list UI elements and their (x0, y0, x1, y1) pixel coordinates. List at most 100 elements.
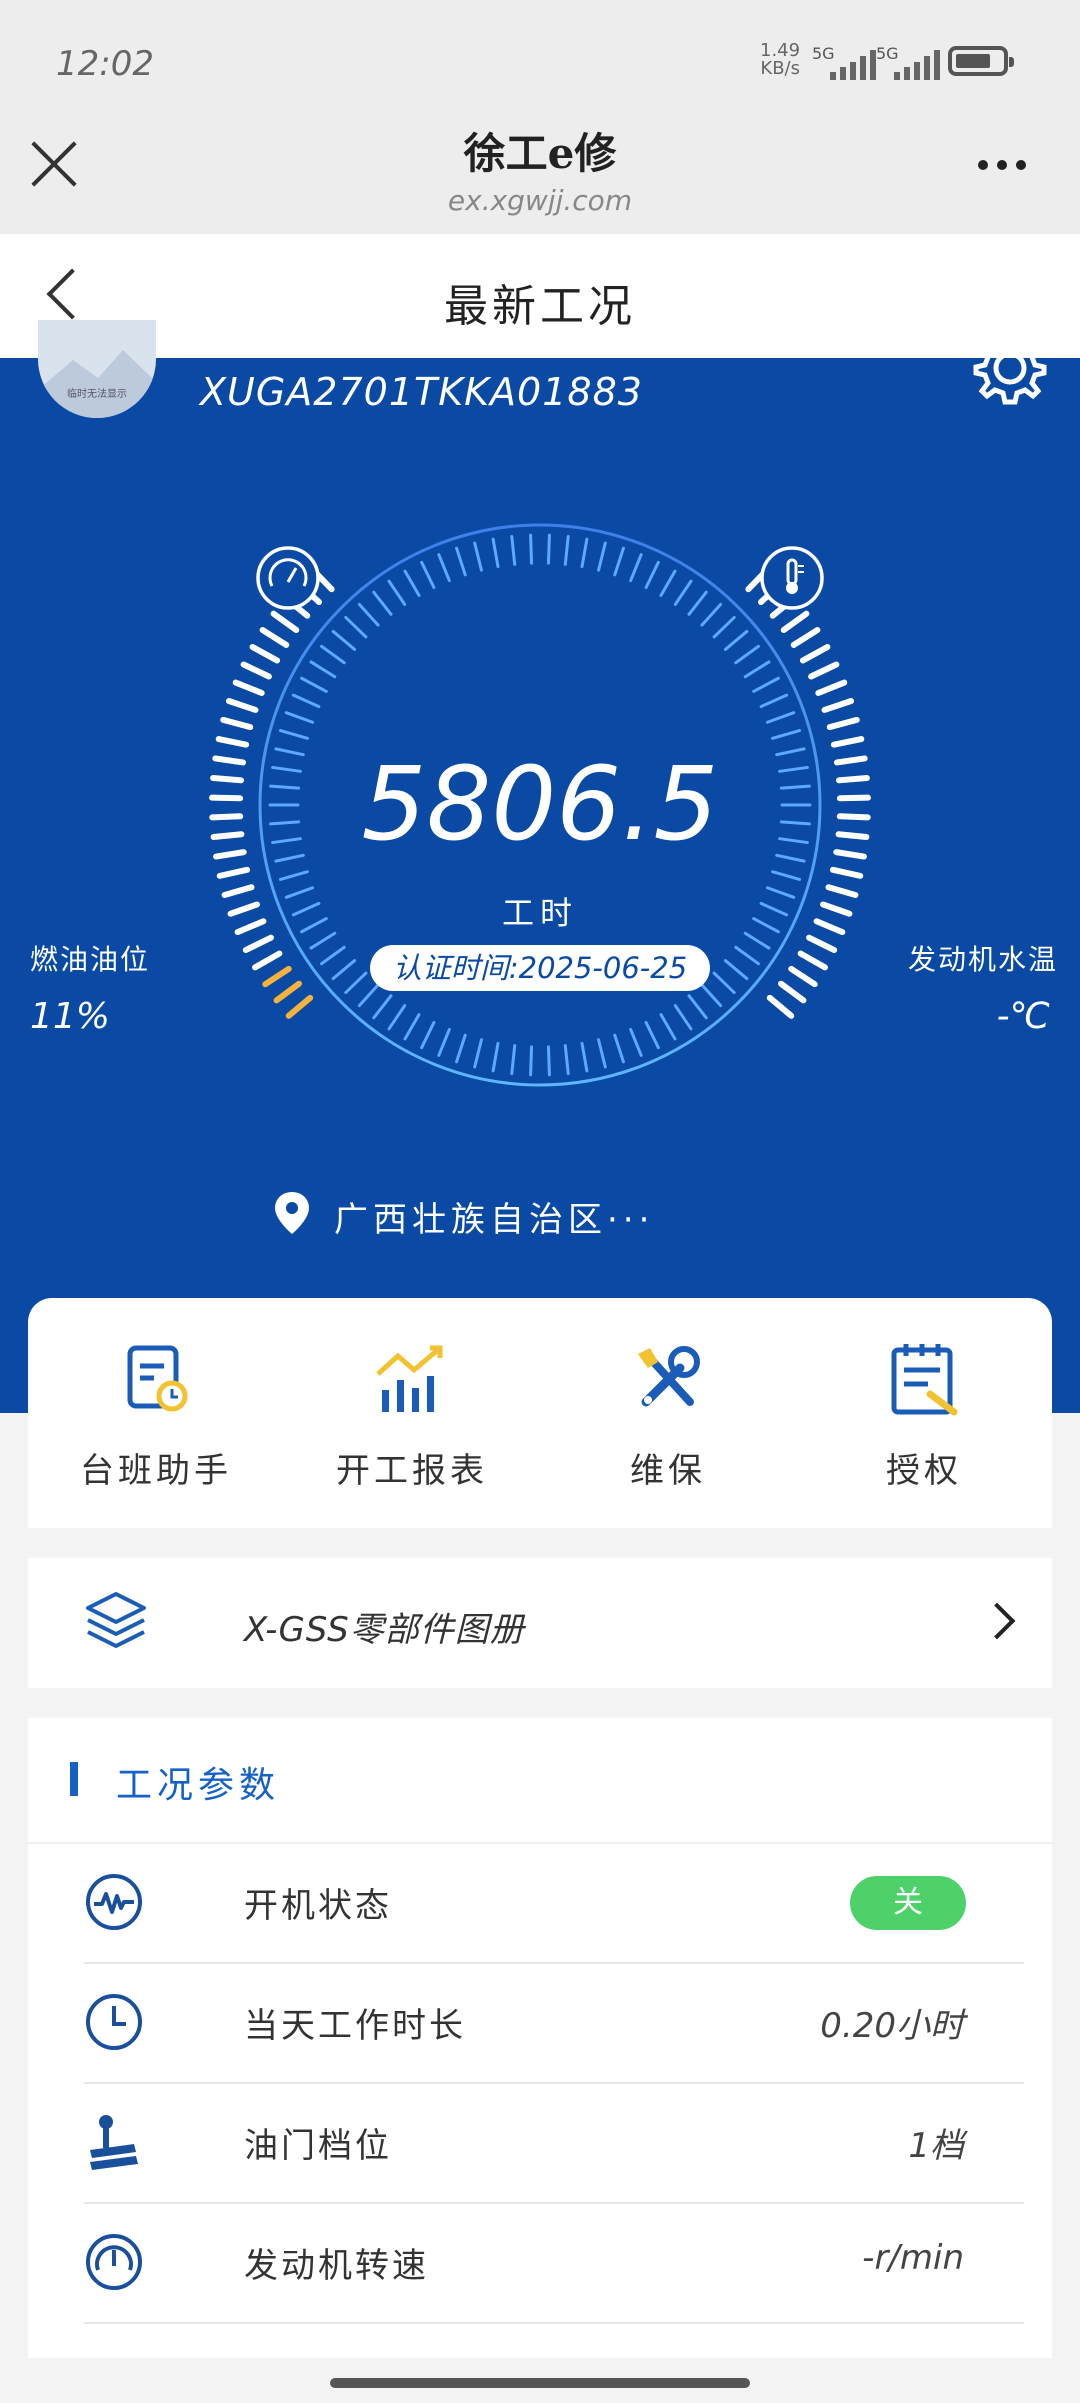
power-status-toggle[interactable]: 关 (850, 1876, 966, 1930)
gauge-tick (420, 560, 436, 589)
gauge-tick (597, 541, 607, 572)
section-title: 工况参数 (116, 1765, 281, 1806)
quick-action-label: 授权 (886, 1451, 962, 1491)
gauge-tick (712, 971, 736, 995)
quick-action-shift-assistant[interactable]: 台班助手 (28, 1298, 284, 1528)
gauge-tick (734, 945, 760, 966)
location-pin-icon (275, 1192, 309, 1234)
fuel-tick (240, 661, 272, 680)
gauge-tick (752, 676, 780, 693)
page-title: 最新工况 (444, 281, 636, 332)
shift-assistant-icon (127, 1345, 188, 1412)
gauge-tick (331, 959, 357, 981)
certification-time-badge: 认证时间:2025-06-25 (370, 945, 710, 991)
temp-tick (788, 965, 818, 988)
param-label: 开机状态 (244, 1886, 392, 1926)
temp-tick (808, 661, 840, 680)
fuel-level-label: 燃油油位 (30, 943, 151, 976)
temp-tick (777, 980, 807, 1004)
param-label: 发动机转速 (244, 2246, 429, 2286)
total-work-hours: 5806.5 (361, 745, 719, 864)
gauge-tick (437, 1027, 451, 1057)
parts-book-row[interactable] (28, 1558, 1052, 1688)
signal-1-icon: 5G (812, 44, 876, 80)
fuel-tick (259, 627, 290, 648)
battery-icon (948, 46, 1014, 76)
layers-icon (86, 1592, 146, 1648)
gauge-tick (613, 1033, 625, 1064)
gauge-tick (387, 579, 407, 606)
settings-gear-icon[interactable] (972, 330, 1048, 406)
param-value: 1档 (908, 2126, 964, 2166)
gauge-tick (320, 945, 346, 966)
more-options-icon[interactable] (978, 160, 1026, 170)
param-row-power-status: 开机状态 关 (84, 1842, 1024, 1964)
parts-book-label: X-GSS零部件图册 (244, 1610, 525, 1650)
temp-tick (830, 736, 865, 748)
gauge-tick (420, 1021, 436, 1050)
param-value: -r/min (862, 2238, 964, 2278)
gauge-tick (629, 553, 643, 583)
param-row-engine-speed: 发动机转速 -r/min (84, 2202, 1024, 2324)
gauge-tick (278, 870, 309, 881)
section-accent-bar (70, 1762, 78, 1796)
gauge-tick (437, 553, 451, 583)
quick-action-label: 台班助手 (80, 1451, 232, 1491)
gauge-tick (372, 994, 393, 1020)
gauge-tick (700, 602, 723, 627)
temp-tick (806, 934, 838, 954)
temp-tick (829, 866, 864, 879)
bar-chart-icon (376, 1345, 443, 1412)
gauge-tick (320, 644, 346, 665)
gauge-tick (613, 546, 625, 577)
network-speed: 1.49 KB/s (760, 42, 800, 78)
gauge-tick (629, 1027, 643, 1057)
temp-tick (766, 994, 795, 1019)
gauge-tick (387, 1004, 407, 1031)
temp-tick (826, 716, 860, 731)
fuel-tick (232, 679, 265, 697)
gauge-tick (644, 560, 660, 589)
gauge-tick (743, 931, 771, 950)
fuel-tick (220, 716, 254, 731)
gauge-tick (309, 660, 337, 679)
param-label: 当天工作时长 (244, 2006, 466, 2046)
temp-tick (797, 950, 828, 971)
quick-action-maintenance[interactable]: 维保 (540, 1298, 796, 1528)
gauge-tick (723, 629, 749, 651)
quick-action-work-report[interactable]: 开工报表 (284, 1298, 540, 1528)
gauge-tick (743, 660, 771, 679)
temp-tick (799, 643, 831, 664)
gauge-tick (291, 693, 321, 709)
gauge-tick (357, 983, 380, 1008)
webview-url: ex.xgwjj.com (447, 184, 633, 217)
gauge-tick (723, 959, 749, 981)
quick-action-authorization[interactable]: 授权 (796, 1298, 1052, 1528)
gauge-tick (563, 534, 570, 566)
fuel-tick (215, 736, 250, 748)
gauge-tick (473, 541, 483, 572)
gauge-tick (771, 729, 802, 740)
quick-actions-card: 台班助手 开工报表 维保 授权 (28, 1298, 1052, 1528)
gauge-tick (700, 983, 723, 1008)
gauge-tick (344, 615, 368, 639)
authorization-clipboard-icon (891, 1344, 958, 1416)
gauge-tick (278, 729, 309, 740)
gauge-tick (644, 1021, 660, 1050)
gauge-tick (546, 533, 551, 565)
fuel-tick (270, 610, 300, 634)
gauge-tick (510, 1044, 517, 1076)
gauge-tick (771, 870, 802, 881)
gauge-tick (712, 615, 736, 639)
fuel-tick (249, 643, 281, 664)
machine-location[interactable]: 广西壮族自治区··· (334, 1192, 654, 1241)
param-row-daily-hours: 当天工作时长 0.20小时 (84, 1962, 1024, 2084)
fuel-gauge-icon (256, 546, 320, 610)
gauge-tick (734, 644, 760, 665)
gauge-tick (687, 994, 708, 1020)
thermometer-icon (760, 546, 824, 610)
gauge-tick (510, 534, 517, 566)
home-indicator[interactable] (330, 2378, 750, 2388)
gauge-tick (546, 1045, 551, 1077)
machine-avatar[interactable]: 临时无法显示 (38, 320, 156, 418)
